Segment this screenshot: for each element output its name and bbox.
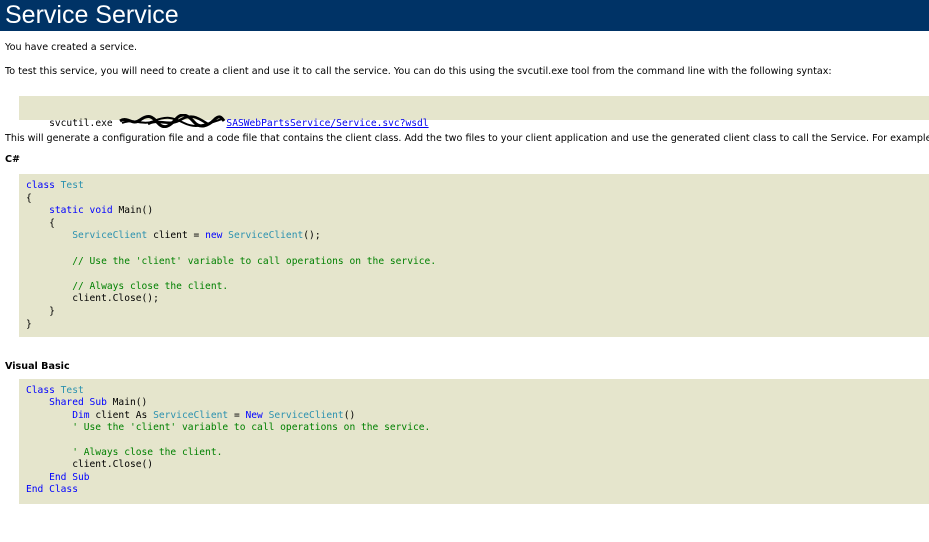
code-token: static [26, 205, 90, 217]
code-token: class [26, 180, 61, 191]
code-token: Test [60, 385, 84, 396]
csharp-code-line: static void Main() [26, 205, 153, 217]
code-token: Sub [89, 397, 113, 409]
vb-code-line: Dim client As ServiceClient = New Servic… [26, 410, 355, 422]
code-token: ServiceClient [268, 409, 344, 421]
code-token: New [245, 409, 269, 421]
csharp-code-line: ServiceClient client = new ServiceClient… [26, 230, 321, 242]
vb-code-line: Class Test [26, 385, 84, 397]
csharp-code-block: class Test{ static void Main() { Service… [19, 174, 929, 337]
vb-code-block: Class Test Shared Sub Main() Dim client … [19, 379, 929, 504]
csharp-code-line: } [26, 306, 55, 318]
command-line: svcutil.exe SASWebPartsService/Service.s… [26, 102, 429, 129]
vb-code-line: client.Close() [26, 459, 153, 471]
created-message: You have created a service. [5, 42, 138, 53]
redacted-scribble [118, 113, 226, 132]
code-token: client [95, 409, 136, 421]
vb-code-line: ' Always close the client. [26, 447, 222, 459]
code-token: (); [303, 230, 321, 242]
code-token: } [26, 306, 55, 317]
csharp-heading: C# [5, 154, 21, 165]
command-box: svcutil.exe SASWebPartsService/Service.s… [19, 96, 929, 129]
csharp-code-line: // Use the 'client' variable to call ope… [26, 256, 436, 268]
vb-code-line: End Class [26, 484, 78, 496]
vb-code-line: End Sub [26, 471, 90, 484]
code-token: Main() [112, 397, 148, 409]
code-token: Class [26, 385, 61, 396]
vb-code-line: ' Use the 'client' variable to call oper… [26, 422, 430, 434]
vb-code-line: Shared Sub Main() [26, 397, 147, 409]
test-instructions: To test this service, you will need to c… [5, 66, 832, 77]
page-title: Service Service [0, 0, 929, 31]
code-token: client = [147, 230, 206, 242]
code-token: () [343, 409, 356, 421]
wsdl-link[interactable]: SASWebPartsService/Service.svc?wsdl [226, 118, 428, 129]
code-token: Test [60, 180, 84, 191]
csharp-code-line: { [26, 218, 55, 230]
code-token: ' Use the 'client' variable to call oper… [26, 422, 431, 434]
code-token: ServiceClient [26, 230, 148, 242]
code-token: Shared [26, 397, 90, 409]
code-token: End Class [26, 484, 78, 496]
code-token: ' Always close the client. [26, 447, 223, 458]
code-token: client.Close() [26, 459, 154, 471]
csharp-code-line: } [26, 319, 32, 331]
code-token: Main() [118, 205, 154, 217]
vb-heading: Visual Basic [5, 361, 70, 372]
csharp-code-line: // Always close the client. [26, 281, 228, 293]
code-token: new [205, 230, 229, 242]
command-prefix: svcutil.exe [49, 118, 119, 129]
csharp-code-line: class Test [26, 180, 84, 192]
code-token: { [26, 192, 32, 204]
csharp-code-line: client.Close(); [26, 293, 159, 305]
csharp-code-line: { [26, 193, 32, 205]
code-token: End Sub [26, 471, 90, 483]
code-token: ServiceClient [228, 230, 304, 242]
code-token: = [228, 409, 246, 421]
code-token: } [26, 318, 32, 330]
code-token: ServiceClient [153, 409, 229, 421]
code-token: client.Close(); [26, 293, 159, 305]
code-token: void [89, 205, 119, 217]
code-token: // Always close the client. [26, 280, 229, 292]
generate-instructions: This will generate a configuration file … [5, 133, 929, 144]
code-token: // Use the 'client' variable to call ope… [26, 255, 437, 267]
code-token: Dim [26, 409, 96, 421]
code-token: { [26, 217, 55, 229]
code-token: As [135, 409, 154, 421]
